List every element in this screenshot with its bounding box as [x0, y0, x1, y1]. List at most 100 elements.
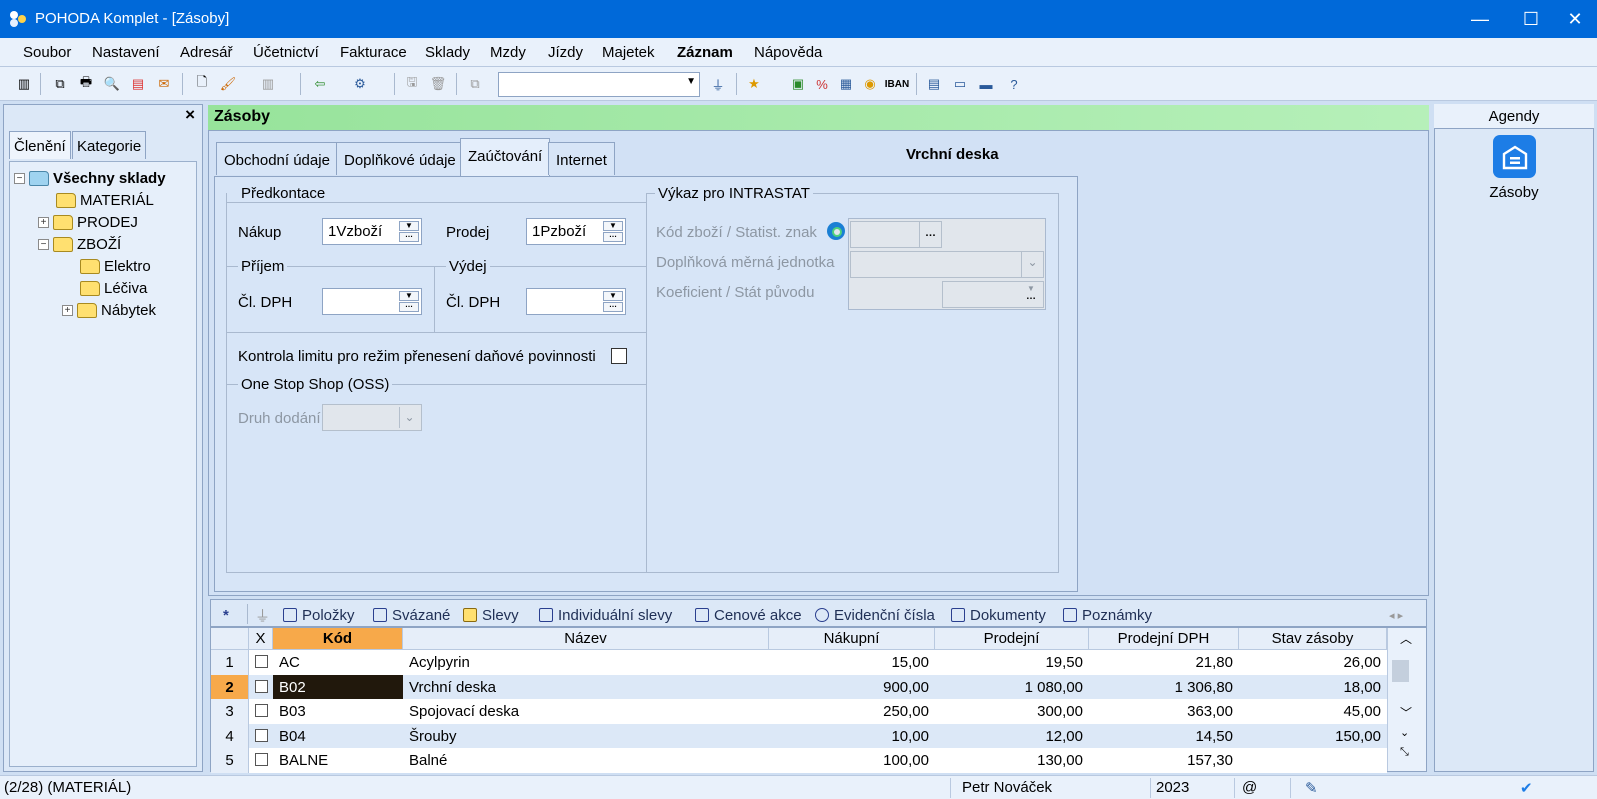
row-check-cell[interactable]	[249, 748, 273, 773]
coins-icon[interactable]: ◉	[860, 74, 880, 94]
preview-icon[interactable]: 🔍	[102, 74, 122, 94]
menu-jizdy[interactable]: Jízdy	[548, 44, 583, 61]
menu-majetek[interactable]: Majetek	[602, 44, 655, 61]
collapse-icon[interactable]: −	[14, 173, 25, 184]
table-row[interactable]: 4 B04 Šrouby 10,00 12,00 14,50 150,00	[211, 723, 1387, 749]
agenda-item-zasoby[interactable]: Zásoby	[1434, 184, 1594, 201]
duplicate-icon[interactable]: ⧉	[465, 74, 485, 94]
warehouse-icon[interactable]	[1493, 135, 1536, 178]
copy-icon[interactable]: ⧉	[50, 74, 70, 94]
row-checkbox[interactable]	[254, 704, 268, 717]
tab-kategorie[interactable]: Kategorie	[72, 131, 147, 159]
columns-icon[interactable]: ▥	[258, 74, 278, 94]
message-icon[interactable]: ▤	[924, 74, 944, 94]
ellipsis-icon[interactable]: …	[1021, 292, 1041, 305]
menu-zaznam[interactable]: Záznam	[677, 44, 733, 61]
table-row[interactable]: 2 B02 Vrchní deska 900,00 1 080,00 1 306,80 18…	[211, 674, 1387, 700]
ellipsis-icon[interactable]: …	[399, 231, 419, 242]
minimize-button[interactable]: —	[1451, 0, 1509, 38]
filter-icon[interactable]: ⏚	[255, 604, 270, 626]
tree-item-prodej[interactable]: + PRODEJ	[38, 214, 138, 231]
help-icon[interactable]: ?	[1004, 74, 1024, 94]
percent-icon[interactable]: %	[812, 74, 832, 94]
tab-cleneni[interactable]: Členění	[9, 131, 71, 159]
tab-obchodni-udaje[interactable]: Obchodní údaje	[216, 142, 338, 175]
tab-zauctovani[interactable]: Zaúčtování	[460, 138, 551, 176]
folder-star-icon[interactable]: ★	[744, 74, 764, 94]
new-record-icon[interactable]: 🗋	[192, 74, 212, 94]
table-row[interactable]: 5 BALNE Balné 100,00 130,00 157,30	[211, 748, 1387, 773]
row-check-cell[interactable]	[249, 675, 273, 700]
tab-asterisk[interactable]: *	[223, 604, 229, 626]
kod-zbozi-field[interactable]: …	[850, 221, 942, 248]
prodej-field[interactable]: 1Pzboží ▼…	[526, 218, 626, 245]
menu-sklady[interactable]: Sklady	[425, 44, 470, 61]
grid-header-nakupni[interactable]: Nákupní	[769, 628, 935, 650]
menu-adresar[interactable]: Adresář	[180, 44, 233, 61]
pdf-icon[interactable]: ▤	[128, 74, 148, 94]
check-circle-icon[interactable]: ✔	[1520, 779, 1533, 797]
expand-icon[interactable]: +	[62, 305, 73, 316]
row-checkbox[interactable]	[254, 655, 268, 668]
filter-icon[interactable]: ⏚	[708, 74, 728, 94]
close-button[interactable]: ✕	[1553, 0, 1597, 38]
tab-evidencni-cisla[interactable]: Evidenční čísla	[815, 604, 935, 626]
kontrola-limitu-checkbox[interactable]	[611, 348, 627, 364]
row-check-cell[interactable]	[249, 650, 273, 675]
menu-ucetnictvi[interactable]: Účetnictví	[253, 44, 319, 61]
grid-header-prodejni-dph[interactable]: Prodejní DPH	[1089, 628, 1239, 650]
chevron-down-icon[interactable]: ▼	[686, 76, 696, 87]
tree-item-zbozi[interactable]: − ZBOŽÍ	[38, 236, 121, 253]
grid-header-kod[interactable]: Kód	[273, 628, 403, 650]
delete-icon[interactable]: 🗑	[428, 74, 448, 94]
ellipsis-icon[interactable]: …	[919, 222, 941, 247]
tab-svazane[interactable]: Svázané	[373, 604, 450, 626]
tab-internet[interactable]: Internet	[548, 142, 615, 175]
settings-gear-icon[interactable]: ⚙	[350, 74, 370, 94]
signature-pen-icon[interactable]: ✎	[1305, 779, 1318, 797]
tree-item-vsechny-sklady[interactable]: − Všechny sklady	[14, 170, 166, 187]
scroll-thumb[interactable]	[1392, 660, 1409, 682]
grid-header-stav-zasoby[interactable]: Stav zásoby	[1239, 628, 1387, 650]
menu-napoveda[interactable]: Nápověda	[754, 44, 822, 61]
maximize-button[interactable]: ☐	[1509, 0, 1553, 38]
close-panel-icon[interactable]: ×	[185, 105, 195, 125]
prijem-dph-field[interactable]: ▼…	[322, 288, 422, 315]
grid-header-prodejni[interactable]: Prodejní	[935, 628, 1089, 650]
scroll-end-icon[interactable]: ⌄	[1400, 726, 1409, 739]
calculator-icon[interactable]: ▦	[836, 74, 856, 94]
tab-individualni-slevy[interactable]: Individuální slevy	[539, 604, 672, 626]
tab-agendy[interactable]: Agendy	[1434, 104, 1594, 129]
edge-browser-icon[interactable]	[826, 221, 846, 241]
tree-item-material[interactable]: MATERIÁL	[56, 192, 154, 209]
screen-icon[interactable]: ▬	[976, 74, 996, 94]
tab-polozky[interactable]: Položky	[283, 604, 355, 626]
menu-soubor[interactable]: Soubor	[23, 44, 71, 61]
print-icon[interactable]: 🖶	[76, 74, 96, 94]
ellipsis-icon[interactable]: …	[603, 231, 623, 242]
window-icon[interactable]: ▭	[950, 74, 970, 94]
tab-poznamky[interactable]: Poznámky	[1063, 604, 1152, 626]
nakup-field[interactable]: 1Vzboží ▼…	[322, 218, 422, 245]
back-arrow-icon[interactable]: ⇦	[310, 74, 330, 94]
grid-scrollbar[interactable]: ︿ ﹀ ⌄ ⤡	[1387, 628, 1426, 771]
tree-item-leciva[interactable]: Léčiva	[80, 280, 147, 297]
menu-mzdy[interactable]: Mzdy	[490, 44, 526, 61]
expand-icon[interactable]: +	[38, 217, 49, 228]
tab-slevy[interactable]: Slevy	[463, 604, 519, 626]
menu-fakturace[interactable]: Fakturace	[340, 44, 407, 61]
row-check-cell[interactable]	[249, 699, 273, 724]
table-row[interactable]: 3 B03 Spojovací deska 250,00 300,00 363,00 45,…	[211, 699, 1387, 724]
tree-item-nabytek[interactable]: + Nábytek	[62, 302, 156, 319]
menu-nastaveni[interactable]: Nastavení	[92, 44, 160, 61]
grid-header-x[interactable]: X	[249, 628, 273, 650]
money-icon[interactable]: ▣	[788, 74, 808, 94]
tab-doplnkove-udaje[interactable]: Doplňkové údaje	[336, 142, 464, 175]
scroll-tabs-arrows-icon[interactable]: ◂ ▸	[1389, 604, 1403, 626]
druh-dodani-select[interactable]: ⌄	[322, 404, 422, 431]
stat-puvodu-field[interactable]: ▼ …	[942, 281, 1044, 308]
grid-header-nazev[interactable]: Název	[403, 628, 769, 650]
vydej-dph-field[interactable]: ▼…	[526, 288, 626, 315]
tab-dokumenty[interactable]: Dokumenty	[951, 604, 1046, 626]
agenda-icon[interactable]: ▥	[14, 74, 34, 94]
